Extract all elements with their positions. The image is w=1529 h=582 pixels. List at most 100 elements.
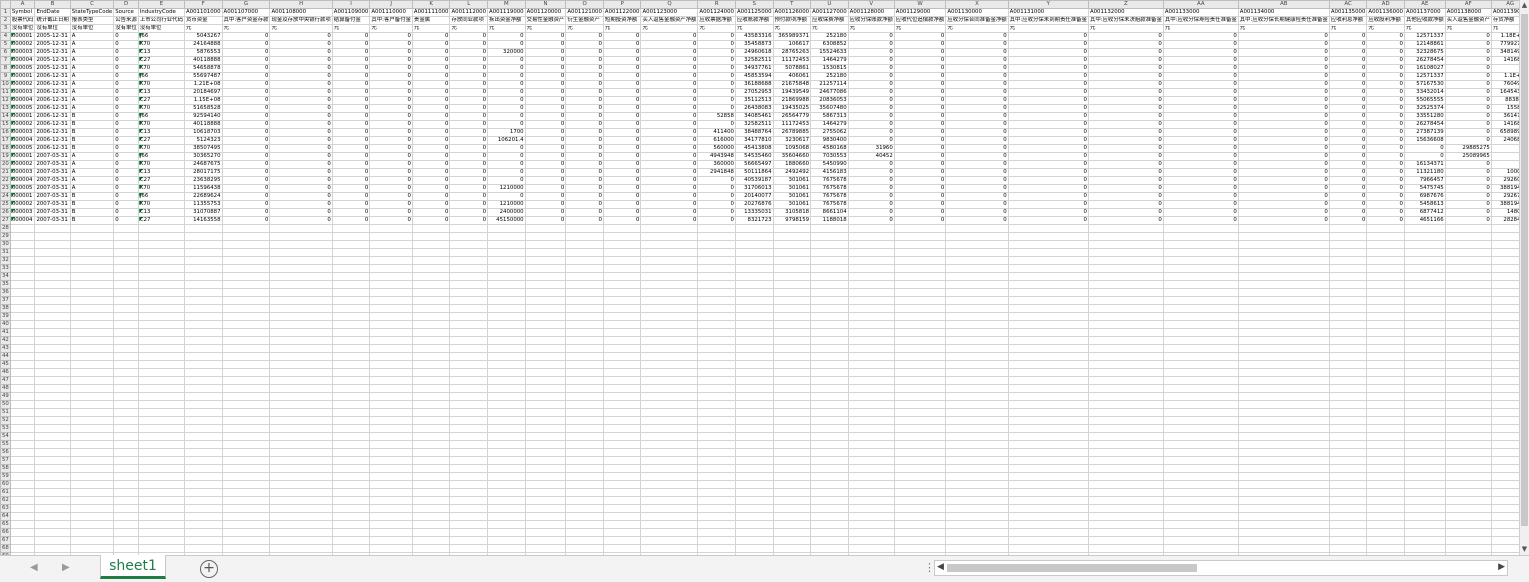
cell-af64[interactable] — [1444, 512, 1492, 521]
cell-c62[interactable] — [69, 496, 115, 505]
cell-b16[interactable]: 2006-12-31 — [34, 128, 71, 137]
cell-q6[interactable]: 0 — [640, 48, 699, 57]
cell-a37[interactable] — [9, 296, 36, 305]
cell-z62[interactable] — [1087, 496, 1164, 505]
cell-t2[interactable]: 预付款项净额 — [772, 16, 812, 25]
cell-u6[interactable]: 15524633 — [810, 48, 849, 57]
cell-k32[interactable] — [411, 256, 451, 265]
cell-ab37[interactable] — [1237, 296, 1330, 305]
cell-o39[interactable] — [565, 312, 604, 321]
cell-a49[interactable] — [9, 392, 36, 401]
cell-u59[interactable] — [810, 472, 849, 481]
cell-b45[interactable] — [34, 360, 71, 369]
cell-i17[interactable]: 0 — [331, 136, 371, 145]
cell-y67[interactable] — [1007, 536, 1089, 545]
cell-m26[interactable]: 2400000 — [487, 208, 526, 217]
cell-ag60[interactable] — [1490, 480, 1519, 489]
cell-x64[interactable] — [945, 512, 1009, 521]
cell-j32[interactable] — [369, 256, 413, 265]
cell-h51[interactable] — [269, 408, 333, 417]
cell-l1[interactable]: A001112000 — [449, 8, 489, 17]
cell-j20[interactable]: 0 — [369, 160, 413, 169]
cell-b41[interactable] — [34, 328, 71, 337]
cell-p60[interactable] — [602, 480, 642, 489]
cell-ag32[interactable] — [1490, 256, 1519, 265]
cell-l20[interactable]: 0 — [449, 160, 489, 169]
cell-z10[interactable]: 0 — [1087, 80, 1164, 89]
cell-g19[interactable]: 0 — [221, 152, 271, 161]
cell-e5[interactable]: K70 — [137, 40, 185, 49]
cell-j41[interactable] — [369, 328, 413, 337]
cell-i6[interactable]: 0 — [331, 48, 371, 57]
cell-s33[interactable] — [734, 264, 774, 273]
cell-e60[interactable] — [137, 480, 185, 489]
cell-s12[interactable]: 35112513 — [734, 96, 774, 105]
cell-u27[interactable]: 1188018 — [810, 216, 849, 225]
cell-i47[interactable] — [331, 376, 371, 385]
cell-c58[interactable] — [69, 464, 115, 473]
cell-k67[interactable] — [411, 536, 451, 545]
cell-a6[interactable]: 000003 — [9, 48, 36, 57]
cell-x5[interactable]: 0 — [945, 40, 1009, 49]
cell-n50[interactable] — [524, 400, 567, 409]
cell-p49[interactable] — [602, 392, 642, 401]
cell-f11[interactable]: 20184697 — [183, 88, 223, 97]
cell-k15[interactable]: 0 — [411, 120, 451, 129]
cell-r6[interactable]: 0 — [697, 48, 736, 57]
cell-ad45[interactable] — [1366, 360, 1405, 369]
cell-b7[interactable]: 2005-12-31 — [34, 56, 71, 65]
cell-n20[interactable]: 0 — [524, 160, 567, 169]
column-header-p[interactable]: P — [602, 0, 642, 9]
cell-m37[interactable] — [487, 296, 526, 305]
cell-d63[interactable] — [113, 504, 139, 513]
cell-m33[interactable] — [487, 264, 526, 273]
cell-s58[interactable] — [734, 464, 774, 473]
cell-l68[interactable] — [449, 544, 489, 553]
cell-aa42[interactable] — [1162, 336, 1239, 345]
cell-d56[interactable] — [113, 448, 139, 457]
cell-j43[interactable] — [369, 344, 413, 353]
cell-x58[interactable] — [945, 464, 1009, 473]
cell-l46[interactable] — [449, 368, 489, 377]
cell-m34[interactable] — [487, 272, 526, 281]
cell-k16[interactable]: 0 — [411, 128, 451, 137]
cell-u64[interactable] — [810, 512, 849, 521]
cell-ag55[interactable] — [1490, 440, 1519, 449]
row-header[interactable]: 23 — [0, 184, 11, 193]
cell-w59[interactable] — [893, 472, 947, 481]
cell-x59[interactable] — [945, 472, 1009, 481]
cell-r43[interactable] — [697, 344, 736, 353]
cell-p62[interactable] — [602, 496, 642, 505]
cell-ag14[interactable]: 3614744 — [1490, 112, 1519, 121]
cell-i64[interactable] — [331, 512, 371, 521]
cell-f35[interactable] — [183, 280, 223, 289]
cell-l27[interactable]: 0 — [449, 216, 489, 225]
cell-e31[interactable] — [137, 248, 185, 257]
cell-p45[interactable] — [602, 360, 642, 369]
cell-x24[interactable]: 0 — [945, 192, 1009, 201]
cell-af55[interactable] — [1444, 440, 1492, 449]
cell-f39[interactable] — [183, 312, 223, 321]
cell-c6[interactable]: A — [69, 48, 115, 57]
cell-b51[interactable] — [34, 408, 71, 417]
cell-r61[interactable] — [697, 488, 736, 497]
cell-v28[interactable] — [847, 224, 895, 233]
cell-v53[interactable] — [847, 424, 895, 433]
cell-h37[interactable] — [269, 296, 333, 305]
cell-j31[interactable] — [369, 248, 413, 257]
cell-e59[interactable] — [137, 472, 185, 481]
cell-af58[interactable] — [1444, 464, 1492, 473]
cell-s31[interactable] — [734, 248, 774, 257]
cell-aa49[interactable] — [1162, 392, 1239, 401]
cell-b9[interactable]: 2006-12-31 — [34, 72, 71, 81]
cell-ac51[interactable] — [1328, 408, 1368, 417]
cell-q5[interactable]: 0 — [640, 40, 699, 49]
cell-ac28[interactable] — [1328, 224, 1368, 233]
cell-a57[interactable] — [9, 456, 36, 465]
cell-ab21[interactable]: 0 — [1237, 168, 1330, 177]
row-header[interactable]: 68 — [0, 544, 11, 553]
cell-l50[interactable] — [449, 400, 489, 409]
cell-w19[interactable]: 0 — [893, 152, 947, 161]
cell-r66[interactable] — [697, 528, 736, 537]
cell-ag23[interactable]: 38819473 — [1490, 184, 1519, 193]
